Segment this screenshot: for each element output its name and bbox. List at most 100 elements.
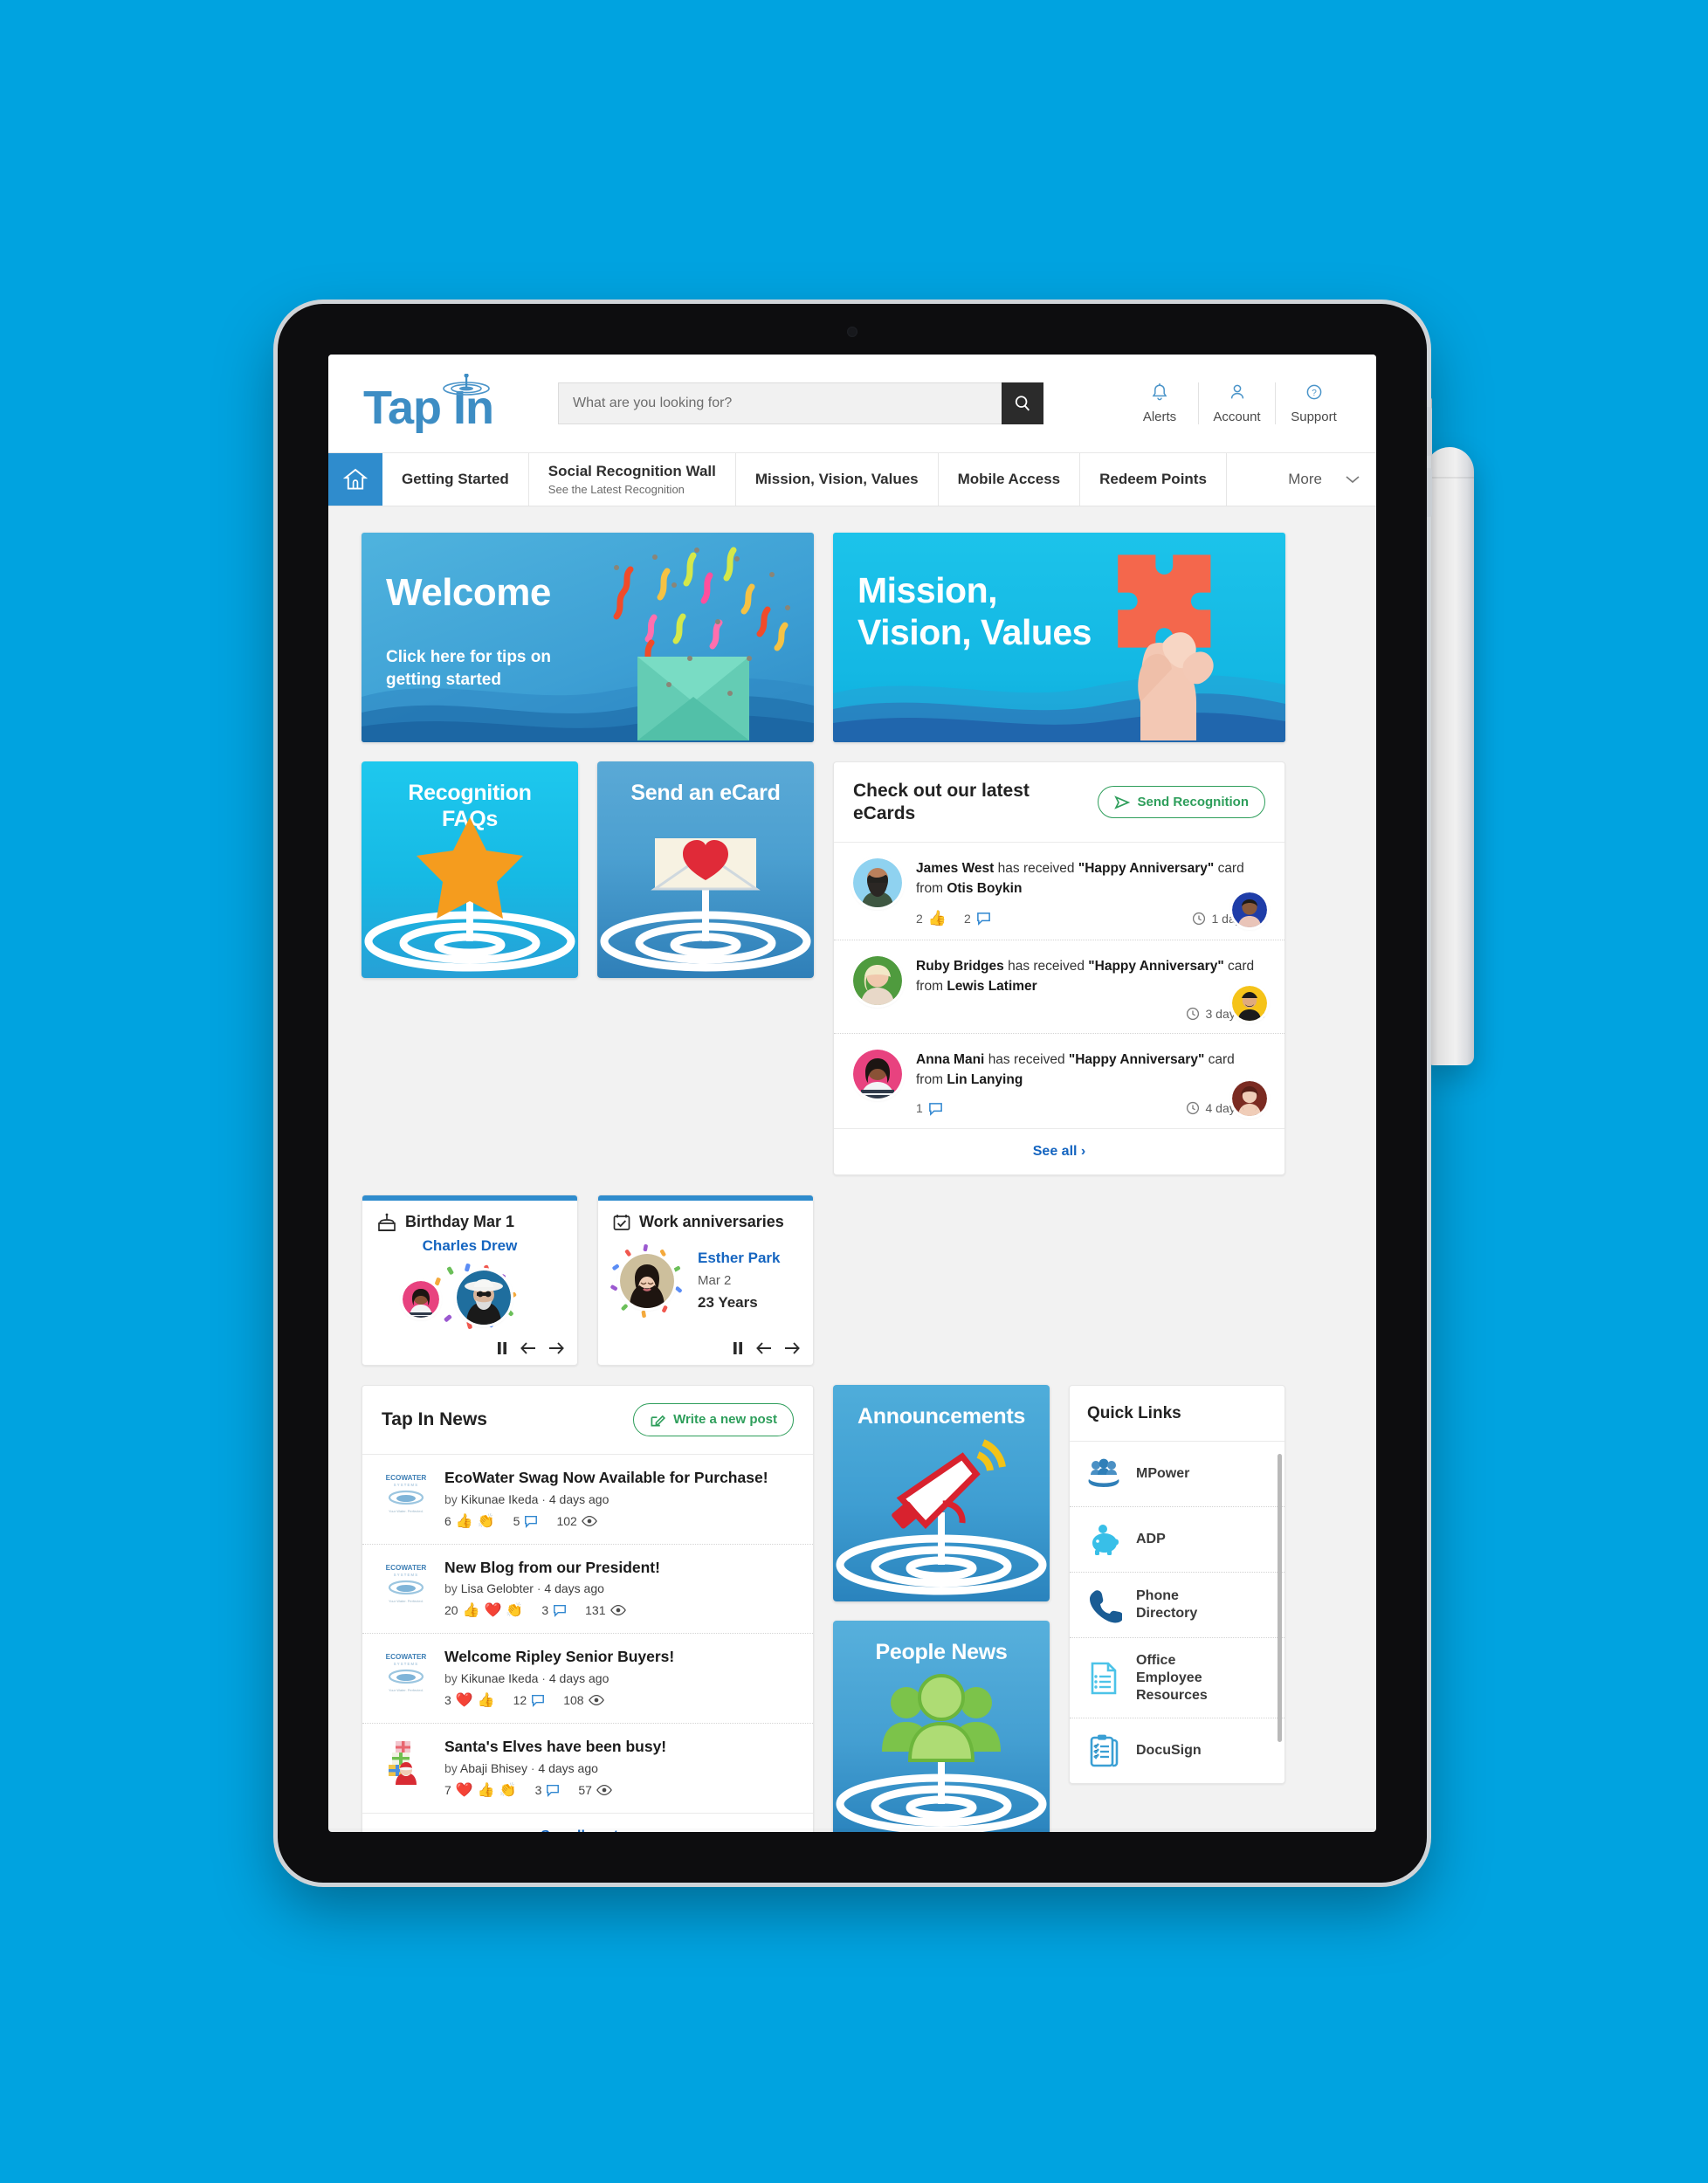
- search-button[interactable]: [1002, 382, 1043, 424]
- news-views: 57: [578, 1783, 612, 1797]
- news-reaction-count: 20: [444, 1603, 458, 1618]
- ecard-meta: 2 👍 2 1 day: [916, 910, 1265, 927]
- megaphone-icon: [836, 1439, 1047, 1595]
- comment-icon: [976, 912, 990, 926]
- news-post-body: Welcome Ripley Senior Buyers! by Kikunae…: [444, 1648, 674, 1709]
- news-comments[interactable]: 3: [535, 1783, 561, 1797]
- confetti-envelope-image: [613, 547, 790, 740]
- search-bar[interactable]: [558, 382, 1043, 424]
- news-post-stats: 7 ❤️ 👍 👏 3 57: [444, 1781, 666, 1799]
- avatar-secondary: [403, 1280, 439, 1318]
- quick-link-docusign[interactable]: DocuSign: [1070, 1718, 1284, 1783]
- volume-up-button[interactable]: [1427, 407, 1432, 456]
- clipboard-check-icon: [1085, 1732, 1122, 1769]
- arrow-right-icon[interactable]: [548, 1340, 565, 1356]
- volume-down-button[interactable]: [1427, 468, 1432, 517]
- nav-item-mobile-access[interactable]: Mobile Access: [939, 453, 1081, 506]
- news-thumbnail: ECOWATER SYSTEMS Your Water. Perfected.: [382, 1648, 430, 1698]
- nav-item-label: Social Recognition Wall: [548, 463, 716, 479]
- news-comments[interactable]: 3: [541, 1603, 567, 1617]
- nav-item-more[interactable]: More: [1269, 453, 1376, 506]
- news-post-row[interactable]: ECOWATER SYSTEMS Your Water. Perfected. …: [362, 1455, 813, 1544]
- header-action-account[interactable]: Account: [1198, 382, 1275, 424]
- news-post-title: Santa's Elves have been busy!: [444, 1738, 667, 1756]
- nav-item-mission-vision-values[interactable]: Mission, Vision, Values: [736, 453, 939, 506]
- ecard-row[interactable]: James West has received "Happy Anniversa…: [834, 843, 1284, 940]
- ecard-mid: has received: [988, 1052, 1065, 1068]
- arrow-right-icon[interactable]: [783, 1340, 801, 1356]
- send-recognition-button[interactable]: Send Recognition: [1097, 786, 1265, 819]
- news-reactions[interactable]: 3 ❤️ 👍: [444, 1691, 495, 1709]
- tile-announcements[interactable]: Announcements: [833, 1384, 1050, 1601]
- page-content: Welcome Click here for tips on getting s…: [328, 506, 1376, 1832]
- ecowater-logo: ECOWATER SYSTEMS Your Water. Perfected.: [382, 1558, 430, 1608]
- quick-links-scrollbar[interactable]: [1278, 1453, 1282, 1742]
- quick-link-adp[interactable]: ADP: [1070, 1505, 1284, 1572]
- avatar-primary: [457, 1270, 511, 1325]
- ecard-comments[interactable]: 1: [916, 1101, 943, 1116]
- news-post-row[interactable]: Santa's Elves have been busy! by Abaji B…: [362, 1723, 813, 1813]
- tile-send-an-ecard[interactable]: Send an eCard: [597, 761, 814, 978]
- avatar-primary: [620, 1253, 674, 1308]
- news-comments[interactable]: 12: [513, 1693, 546, 1707]
- recognition-tiles: RecognitionFAQs Send an eCard: [362, 761, 814, 1175]
- banner-mission-vision-values[interactable]: Mission, Vision, Values: [833, 533, 1285, 742]
- ecard-comments[interactable]: 2: [964, 911, 991, 926]
- news-post-row[interactable]: ECOWATER SYSTEMS Your Water. Perfected. …: [362, 1633, 813, 1723]
- by-label: by: [444, 1581, 458, 1596]
- quick-link-phone-directory[interactable]: Phone Directory: [1070, 1571, 1284, 1637]
- logo[interactable]: Tap In: [363, 374, 494, 431]
- comment-icon: [928, 1102, 942, 1116]
- news-post-time: 4 days ago: [538, 1761, 598, 1776]
- anniversary-person-name[interactable]: Esther Park: [698, 1250, 781, 1267]
- header-action-support[interactable]: ? Support: [1275, 382, 1352, 424]
- piggy-bank-icon: [1085, 1521, 1122, 1558]
- hero-banner-row: Welcome Click here for tips on getting s…: [362, 533, 1343, 742]
- nav-item-social-recognition-wall[interactable]: Social Recognition Wall See the Latest R…: [529, 453, 736, 506]
- ecard-likes[interactable]: 2 👍: [916, 910, 947, 927]
- pause-icon[interactable]: [495, 1340, 509, 1356]
- pause-icon[interactable]: [731, 1340, 745, 1356]
- write-new-post-button[interactable]: Write a new post: [633, 1402, 794, 1436]
- quick-link-office-employee-resources[interactable]: Office Employee Resources: [1070, 1636, 1284, 1718]
- arrow-left-icon[interactable]: [755, 1340, 773, 1356]
- ecards-see-all-link[interactable]: See all ›: [834, 1127, 1284, 1174]
- news-post-stats: 3 ❤️ 👍 12 108: [444, 1691, 674, 1709]
- tile-title: People News: [875, 1639, 1008, 1664]
- nav-item-redeem-points[interactable]: Redeem Points: [1080, 453, 1227, 506]
- search-icon: [1015, 396, 1030, 411]
- clock-icon: [1186, 1008, 1199, 1021]
- news-comments[interactable]: 5: [513, 1514, 539, 1528]
- header-action-label: Alerts: [1142, 410, 1177, 424]
- ecard-row[interactable]: Ruby Bridges has received "Happy Anniver…: [834, 939, 1284, 1034]
- birthday-person-name[interactable]: Charles Drew: [423, 1237, 518, 1254]
- tile-title: Send an eCard: [630, 781, 781, 805]
- tile-people-news[interactable]: People News: [833, 1620, 1050, 1832]
- by-label: by: [444, 1761, 458, 1776]
- quick-link-mpower[interactable]: MPower: [1070, 1442, 1284, 1506]
- header-action-alerts[interactable]: Alerts: [1121, 382, 1198, 424]
- news-row: Tap In News Write a new post ECOWATER SY…: [362, 1384, 1343, 1832]
- tile-recognition-faqs[interactable]: RecognitionFAQs: [362, 761, 578, 978]
- news-reactions[interactable]: 7 ❤️ 👍 👏: [444, 1781, 517, 1799]
- ecard-like-count: 2: [916, 911, 923, 926]
- arrow-left-icon[interactable]: [520, 1340, 537, 1356]
- birthday-cake-icon: [378, 1213, 396, 1231]
- banner-welcome[interactable]: Welcome Click here for tips on getting s…: [362, 533, 814, 742]
- eye-icon: [610, 1605, 626, 1616]
- search-input[interactable]: [558, 382, 1002, 424]
- apple-pencil[interactable]: [1425, 447, 1474, 1065]
- anniversaries-card-title: Work anniversaries: [639, 1213, 784, 1231]
- nav-item-home[interactable]: [328, 453, 382, 506]
- chevron-down-icon: [1346, 476, 1360, 484]
- header-actions: Alerts Account ? Support: [1121, 371, 1352, 436]
- ecard-row[interactable]: Anna Mani has received "Happy Anniversar…: [834, 1033, 1284, 1128]
- avatar: [853, 858, 902, 908]
- news-reactions[interactable]: 20 👍 ❤️ 👏: [444, 1601, 523, 1619]
- news-reaction-count: 7: [444, 1783, 451, 1798]
- news-views: 131: [585, 1603, 626, 1617]
- ecard-mid: has received: [1008, 958, 1085, 974]
- news-reactions[interactable]: 6 👍 👏: [444, 1512, 495, 1530]
- nav-item-getting-started[interactable]: Getting Started: [382, 453, 529, 506]
- news-post-row[interactable]: ECOWATER SYSTEMS Your Water. Perfected. …: [362, 1543, 813, 1634]
